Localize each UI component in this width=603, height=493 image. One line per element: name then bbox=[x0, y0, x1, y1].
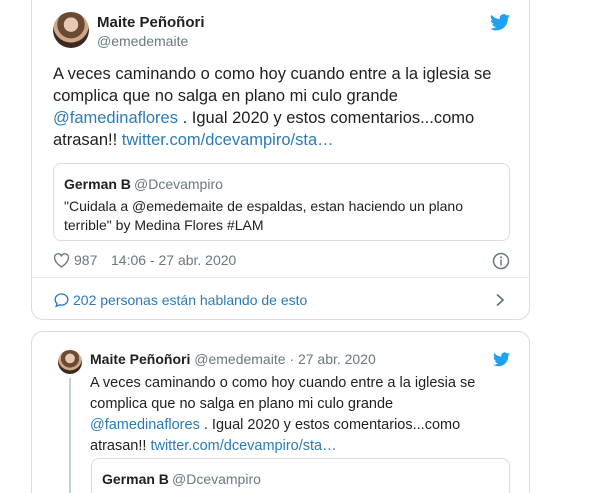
reply-mention-link[interactable]: @famedinaflores bbox=[90, 417, 200, 433]
tweet-url-link[interactable]: twitter.com/dcevampiro/sta… bbox=[122, 131, 334, 149]
tweet-text-body: A veces caminando o como hoy cuando entr… bbox=[53, 65, 492, 105]
author-avatar[interactable] bbox=[53, 12, 89, 48]
quoted-author-name: German B bbox=[64, 176, 131, 192]
quoted-tweet[interactable]: German B @Dcevampiro "Cuidala a @emedema… bbox=[53, 163, 510, 241]
author-name[interactable]: Maite Peñoñori bbox=[97, 14, 205, 31]
mention-link[interactable]: @famedinaflores bbox=[53, 109, 178, 127]
reply-author-avatar[interactable] bbox=[58, 350, 82, 374]
conversation-link[interactable]: 202 personas están hablando de esto bbox=[73, 292, 307, 308]
info-icon[interactable] bbox=[492, 252, 510, 270]
quoted-tweet-text: "Cuidala a @emedemaite de espaldas, esta… bbox=[64, 198, 464, 233]
reply-quoted-tweet[interactable]: German B @Dcevampiro bbox=[91, 458, 510, 493]
conversation-bubble-icon[interactable] bbox=[53, 292, 70, 308]
author-handle[interactable]: @emedemaite bbox=[97, 33, 188, 49]
tweet-timestamp[interactable]: 14:06 - 27 abr. 2020 bbox=[111, 252, 236, 268]
chevron-right-icon[interactable] bbox=[494, 293, 506, 307]
quoted-author-handle: @Dcevampiro bbox=[134, 176, 223, 192]
reply-text-body: A veces caminando o como hoy cuando entr… bbox=[90, 375, 476, 412]
reply-quoted-author-handle: @Dcevampiro bbox=[172, 471, 261, 487]
card-divider bbox=[32, 277, 529, 278]
reply-author-name[interactable]: Maite Peñoñori bbox=[90, 351, 190, 367]
twitter-logo-icon[interactable] bbox=[490, 14, 510, 31]
tweet-text: A veces caminando o como hoy cuando entr… bbox=[53, 63, 515, 151]
reply-quoted-author-name: German B bbox=[102, 471, 169, 487]
reply-url-link[interactable]: twitter.com/dcevampiro/sta… bbox=[150, 438, 336, 454]
thread-line bbox=[69, 378, 71, 493]
heart-icon[interactable] bbox=[53, 253, 70, 268]
reply-header: Maite Peñoñori @emedemaite · 27 abr. 202… bbox=[90, 351, 376, 367]
reply-tweet-text: A veces caminando o como hoy cuando entr… bbox=[90, 373, 502, 457]
twitter-logo-icon[interactable] bbox=[493, 352, 510, 367]
reply-author-handle[interactable]: @emedemaite · 27 abr. 2020 bbox=[194, 351, 376, 367]
like-count[interactable]: 987 bbox=[74, 252, 97, 268]
